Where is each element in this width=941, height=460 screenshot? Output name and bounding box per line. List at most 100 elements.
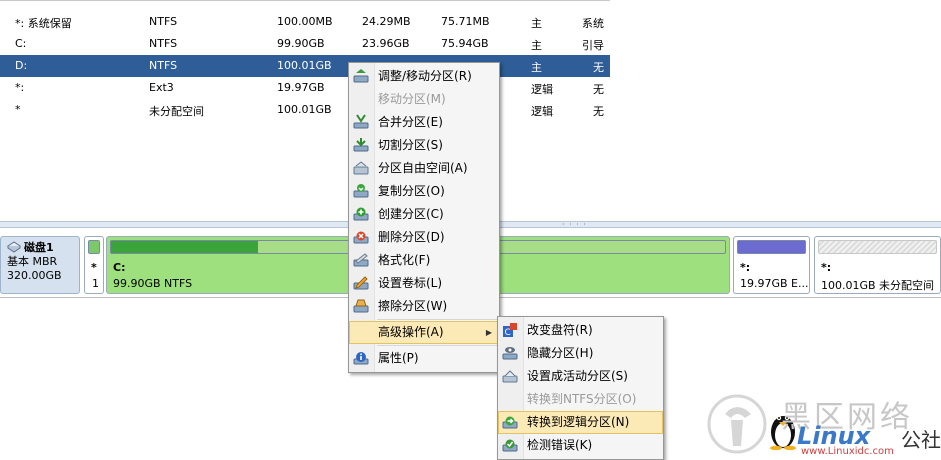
table-row-unallocated[interactable]: * 未分配空间 100.01GB 逻辑 无 (0, 99, 610, 121)
menu-item-copy-partition[interactable]: 复制分区(O) (349, 180, 499, 203)
partition-block-system-reserved[interactable]: * 1 (84, 236, 104, 294)
watermark-suffix: 公社 (901, 428, 941, 452)
usage-fill (89, 241, 99, 253)
menu-item-split[interactable]: 切割分区(S) (349, 134, 499, 157)
format-icon (353, 253, 369, 267)
table-row-ext3[interactable]: *: Ext3 19.97GB 逻辑 无 (0, 77, 610, 99)
info-icon (353, 352, 369, 365)
menu-separator (377, 345, 497, 346)
usage-fill (738, 241, 805, 253)
menu-item-label: 复制分区(O) (378, 184, 445, 198)
usage-bar (818, 240, 937, 254)
menu-item-label: 创建分区(C) (378, 207, 444, 221)
partition-info: 100.01GB 未分配空间 (821, 279, 935, 292)
disk-drive-icon (7, 241, 21, 253)
menu-item-create-partition[interactable]: 创建分区(C) (349, 203, 499, 226)
table-row-c[interactable]: C: NTFS 99.90GB 23.96GB 75.94GB 主 引导 (0, 33, 610, 55)
cell-status: 无 (593, 105, 604, 118)
cell-type: 逻辑 (531, 83, 553, 96)
cell-capacity: 100.01GB (277, 103, 332, 116)
cell-filesystem: NTFS (149, 59, 178, 72)
menu-separator (377, 319, 497, 320)
svg-text:C: C (505, 328, 511, 338)
merge-icon (353, 114, 369, 129)
partition-info: 19.97GB E... (740, 277, 809, 290)
menu-item-hide-partition[interactable]: 隐藏分区(H) (498, 342, 663, 365)
menu-item-label: 转换到逻辑分区(N) (527, 415, 630, 429)
table-row-d-selected[interactable]: D: NTFS 100.01GB 主 无 (0, 55, 610, 77)
menu-item-label: 属性(P) (378, 351, 419, 365)
partition-label: *: (740, 261, 751, 274)
menu-item-label: 切割分区(S) (378, 138, 443, 152)
cell-name: *: 系统保留 (15, 17, 72, 30)
cell-used: 24.29MB (362, 15, 411, 28)
cell-status: 系统 (582, 17, 604, 30)
menu-item-properties[interactable]: 属性(P) (349, 347, 499, 370)
menu-item-move[interactable]: 移动分区(M) (349, 88, 499, 111)
menu-item-label: 移动分区(M) (378, 92, 446, 106)
menu-item-label: 删除分区(D) (378, 230, 445, 244)
menu-item-convert-logical[interactable]: 转换到逻辑分区(N) (498, 411, 663, 434)
partition-block-unallocated[interactable]: *: 100.01GB 未分配空间 (814, 236, 941, 294)
menu-item-check-errors[interactable]: 检测错误(K) (498, 434, 663, 457)
menu-item-label: 高级操作(A) (378, 325, 444, 339)
cell-capacity: 100.00MB (277, 15, 333, 28)
resize-move-icon (353, 69, 369, 83)
menu-item-set-label[interactable]: 设置卷标(L) (349, 272, 499, 295)
advanced-submenu: C 改变盘符(R) 隐藏分区(H) 设置成活动分区(S) 转换到NTFS分区(O… (497, 316, 664, 460)
menu-item-allocate-space[interactable]: 分区自由空间(A) (349, 157, 499, 180)
cell-filesystem: Ext3 (149, 81, 174, 94)
watermark-logo-icon (707, 394, 767, 454)
cell-type: 主 (531, 17, 542, 30)
change-letter-icon: C (503, 323, 517, 338)
cell-status: 无 (593, 83, 604, 96)
menu-item-label: 设置卷标(L) (378, 276, 443, 290)
disk-1-info[interactable]: 磁盘1 基本 MBR 320.00GB (0, 236, 80, 294)
cell-name: *: (15, 81, 25, 94)
cell-filesystem: NTFS (149, 37, 178, 50)
menu-item-label: 格式化(F) (378, 253, 431, 267)
menu-item-set-active[interactable]: 设置成活动分区(S) (498, 365, 663, 388)
hide-partition-icon (502, 347, 518, 360)
cell-free: 75.71MB (441, 15, 490, 28)
partition-label: *: (821, 261, 832, 274)
menu-item-label: 改变盘符(R) (527, 323, 593, 337)
menu-item-change-letter[interactable]: C 改变盘符(R) (498, 319, 663, 342)
menu-item-delete-partition[interactable]: 删除分区(D) (349, 226, 499, 249)
context-menu: 调整/移动分区(R) 移动分区(M) 合并分区(E) 切割分区(S) 分区自由空… (348, 62, 500, 373)
table-row-system-reserved[interactable]: *: 系统保留 NTFS 100.00MB 24.29MB 75.71MB 主 … (0, 11, 610, 33)
split-icon (353, 138, 369, 152)
cell-filesystem: 未分配空间 (149, 105, 204, 118)
copy-partition-icon (353, 184, 369, 198)
menu-item-label: 分区自由空间(A) (378, 161, 468, 175)
cell-name: C: (15, 37, 27, 50)
menu-item-label: 转换到NTFS分区(O) (527, 392, 637, 406)
menu-item-wipe-partition[interactable]: 擦除分区(W) (349, 295, 499, 318)
menu-item-label: 调整/移动分区(R) (378, 69, 472, 83)
check-error-icon (502, 439, 518, 452)
disk-kind: 基本 MBR (7, 255, 58, 268)
usage-bar (88, 240, 100, 254)
partition-label: * (91, 261, 97, 274)
menu-item-label: 合并分区(E) (378, 115, 443, 129)
menu-item-advanced[interactable]: 高级操作(A) ▶ (349, 321, 499, 344)
cell-free: 75.94GB (441, 37, 489, 50)
menu-item-merge[interactable]: 合并分区(E) (349, 111, 499, 134)
menu-item-resize-move[interactable]: 调整/移动分区(R) (349, 65, 499, 88)
partition-label: C: (113, 261, 126, 274)
usage-fill (111, 241, 259, 253)
label-icon (353, 276, 369, 290)
cell-type: 主 (531, 61, 542, 74)
delete-partition-icon (353, 231, 369, 244)
splitter-grip-icon: · · · · (562, 220, 587, 229)
menu-item-label: 设置成活动分区(S) (527, 369, 628, 383)
partition-block-ext3[interactable]: *: 19.97GB E... (733, 236, 810, 294)
usage-bar (737, 240, 806, 254)
cell-capacity: 100.01GB (277, 59, 332, 72)
disk-size: 320.00GB (7, 269, 62, 282)
set-active-icon (502, 370, 518, 383)
menu-item-format[interactable]: 格式化(F) (349, 249, 499, 272)
menu-item-convert-ntfs[interactable]: 转换到NTFS分区(O) (498, 388, 663, 411)
menu-item-label: 擦除分区(W) (378, 299, 448, 313)
allocate-space-icon (353, 161, 369, 175)
